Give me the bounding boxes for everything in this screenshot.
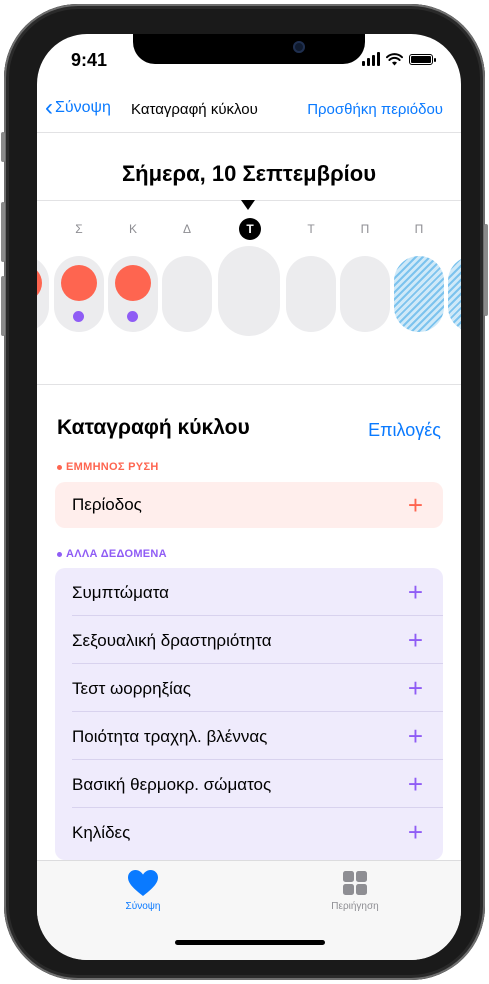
status-icons [362, 52, 436, 66]
date-title: Σήμερα, 10 Σεπτεμβρίου [121, 161, 377, 186]
period-dot [37, 265, 42, 301]
tab-summary[interactable]: Σύνοψη [88, 869, 198, 912]
menstruation-header-label: ΕΜΜΗΝΟΣ ΡΥΣΗ [66, 461, 159, 473]
calendar-day[interactable] [340, 256, 390, 332]
back-label: Σύνοψη [55, 99, 111, 116]
symptoms-row[interactable]: Συμπτώματα + [55, 568, 443, 616]
grid-icon [343, 871, 367, 895]
plus-icon[interactable]: + [408, 819, 423, 845]
status-time: 9:41 [71, 50, 108, 70]
phone-frame: 9:41 ‹ Σύνοψη Καταγραφή κύκλου Προσθήκη … [1, 4, 488, 980]
weekday-label: Π [360, 222, 370, 236]
back-button[interactable]: ‹ Σύνοψη [45, 94, 111, 121]
plus-icon[interactable]: + [408, 723, 423, 749]
row-label: Ποιότητα τραχηλ. βλέννας [72, 727, 268, 746]
calendar-day[interactable] [286, 256, 336, 332]
cycle-log-title: Καταγραφή κύκλου [57, 416, 250, 439]
tab-browse-label: Περιήγηση [331, 901, 379, 912]
other-data-header: ΑΛΛΑ ΔΕΔΟΜΕΝΑ [57, 548, 167, 560]
divider [37, 384, 461, 385]
basal-temperature-row[interactable]: Βασική θερμοκρ. σώματος + [55, 760, 443, 808]
row-label: Συμπτώματα [72, 583, 170, 602]
period-row[interactable]: Περίοδος + [55, 482, 443, 528]
calendar-day[interactable] [108, 256, 158, 332]
today-indicator [241, 200, 255, 210]
weekday-label: Τ [307, 222, 315, 236]
tab-summary-label: Σύνοψη [125, 901, 161, 912]
today-weekday-badge: Τ [239, 218, 261, 240]
nav-title: Καταγραφή κύκλου [131, 101, 258, 118]
bullet-icon [57, 464, 62, 470]
status-bar: 9:41 [37, 46, 461, 76]
battery-icon [409, 53, 436, 65]
other-data-dot [73, 311, 84, 322]
options-button[interactable]: Επιλογές [368, 420, 441, 441]
power-button [484, 224, 488, 316]
tab-browse[interactable]: Περιήγηση [300, 869, 410, 912]
row-label: Σεξουαλική δραστηριότητα [72, 631, 272, 650]
other-data-header-label: ΑΛΛΑ ΔΕΔΟΜΕΝΑ [66, 548, 167, 560]
plus-icon[interactable]: + [408, 675, 423, 701]
weekday-label: Π [414, 222, 424, 236]
calendar-day[interactable] [162, 256, 212, 332]
tab-bar: Σύνοψη Περιήγηση [37, 860, 461, 960]
wifi-icon [386, 52, 403, 65]
period-dot [115, 265, 151, 301]
home-indicator[interactable] [175, 940, 325, 945]
cervical-mucus-row[interactable]: Ποιότητα τραχηλ. βλέννας + [55, 712, 443, 760]
row-label: Περίοδος [72, 495, 142, 514]
navigation-bar: ‹ Σύνοψη Καταγραφή κύκλου Προσθήκη περιό… [37, 92, 461, 133]
silent-switch [1, 132, 5, 162]
period-dot [61, 265, 97, 301]
spotting-row[interactable]: Κηλίδες + [55, 808, 443, 856]
predicted-period-day[interactable] [448, 256, 461, 332]
calendar-day[interactable] [37, 256, 49, 332]
row-label: Βασική θερμοκρ. σώματος [72, 775, 272, 794]
sexual-activity-row[interactable]: Σεξουαλική δραστηριότητα + [55, 616, 443, 664]
calendar-day[interactable] [54, 256, 104, 332]
plus-icon[interactable]: + [408, 771, 423, 797]
predicted-period-day[interactable] [394, 256, 444, 332]
other-data-dot [127, 311, 138, 322]
chevron-left-icon: ‹ [45, 94, 53, 121]
ovulation-test-row[interactable]: Τεστ ωορρηξίας + [55, 664, 443, 712]
menstruation-header: ΕΜΜΗΝΟΣ ΡΥΣΗ [57, 461, 159, 473]
calendar-day-today[interactable] [218, 246, 280, 336]
weekday-label: Σ [75, 222, 83, 236]
volume-up-button [1, 202, 5, 262]
heart-icon [128, 870, 158, 896]
cellular-signal-icon [362, 52, 380, 66]
plus-icon[interactable]: + [408, 579, 423, 605]
screen: 9:41 ‹ Σύνοψη Καταγραφή κύκλου Προσθήκη … [37, 34, 461, 960]
volume-down-button [1, 276, 5, 336]
menstruation-card: Περίοδος + [55, 482, 443, 528]
row-label: Τεστ ωορρηξίας [72, 679, 191, 698]
bullet-icon [57, 551, 62, 557]
weekday-label: Κ [128, 222, 137, 236]
add-period-button[interactable]: Προσθήκη περιόδου [307, 101, 443, 118]
weekday-label: Δ [182, 222, 191, 236]
row-label: Κηλίδες [72, 823, 131, 842]
plus-icon[interactable]: + [408, 627, 423, 653]
plus-icon[interactable]: + [408, 492, 423, 518]
other-data-card: Συμπτώματα + Σεξουαλική δραστηριότητα + … [55, 568, 443, 860]
